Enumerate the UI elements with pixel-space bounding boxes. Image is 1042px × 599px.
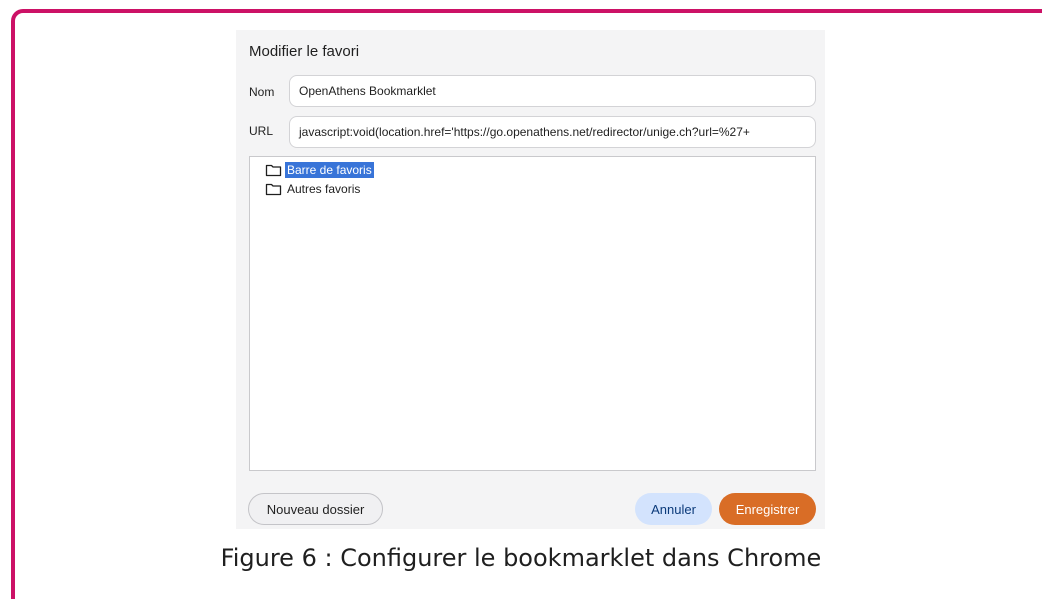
name-label: Nom <box>249 85 275 99</box>
new-folder-button[interactable]: Nouveau dossier <box>248 493 383 525</box>
folder-label: Barre de favoris <box>285 162 374 178</box>
folder-tree[interactable]: Barre de favoris Autres favoris <box>249 156 816 471</box>
edit-bookmark-dialog: Modifier le favori Nom OpenAthens Bookma… <box>236 30 825 529</box>
folder-item-autres-favoris[interactable]: Autres favoris <box>265 180 362 198</box>
folder-label: Autres favoris <box>287 182 361 196</box>
url-input[interactable]: javascript:void(location.href='https://g… <box>289 116 816 148</box>
name-input[interactable]: OpenAthens Bookmarklet <box>289 75 816 107</box>
folder-item-barre-de-favoris[interactable]: Barre de favoris <box>265 161 374 179</box>
folder-icon <box>265 164 282 177</box>
cancel-button[interactable]: Annuler <box>635 493 712 525</box>
figure-caption: Figure 6 : Configurer le bookmarklet dan… <box>220 544 822 572</box>
url-label: URL <box>249 124 274 138</box>
save-button[interactable]: Enregistrer <box>719 493 816 525</box>
folder-icon <box>265 183 282 196</box>
dialog-title: Modifier le favori <box>249 43 360 60</box>
